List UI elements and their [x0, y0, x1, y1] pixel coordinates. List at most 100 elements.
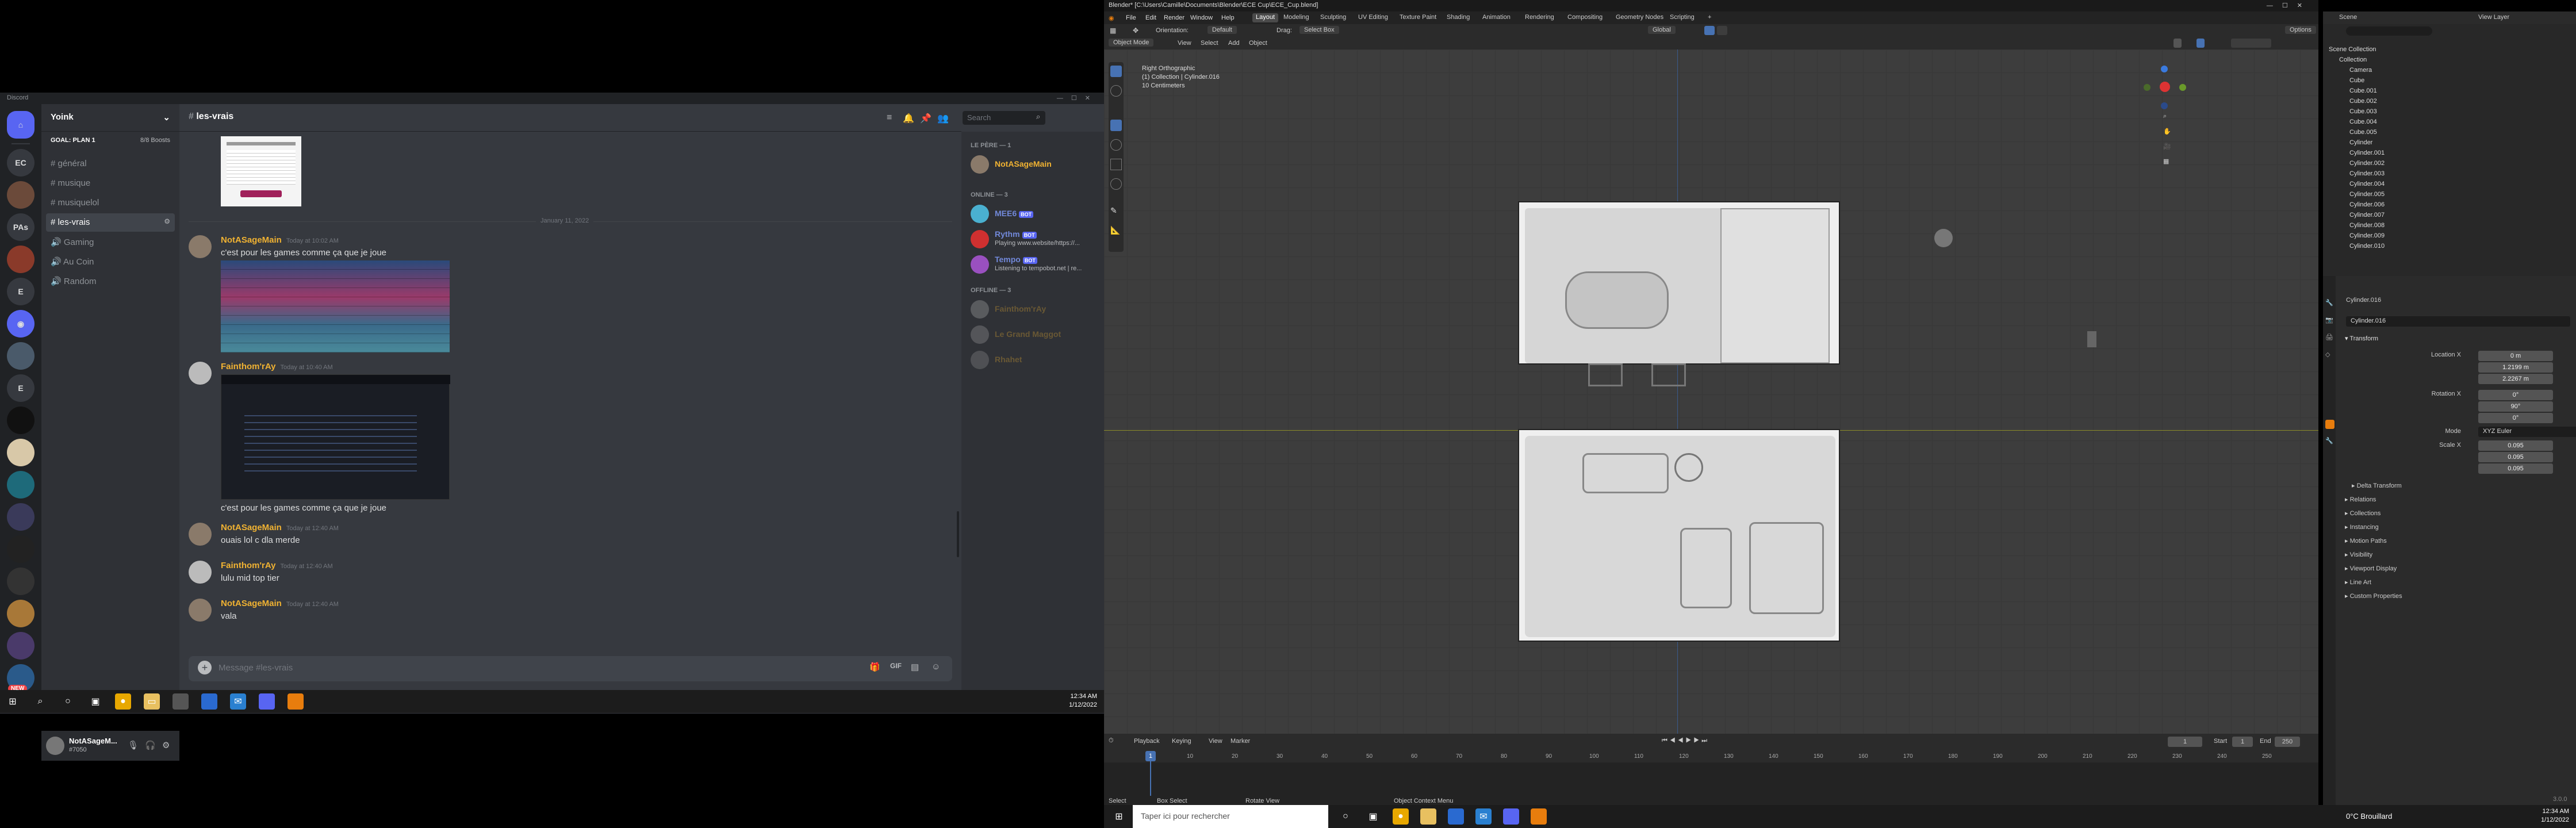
rotation-y-field[interactable]: 90° — [2478, 401, 2553, 412]
blender-icon[interactable] — [1531, 808, 1547, 825]
current-frame-field[interactable]: 1 — [2168, 737, 2202, 747]
outliner-collection[interactable]: Collection — [2323, 56, 2576, 68]
annotate-tool-icon[interactable]: ✎ — [1110, 206, 1122, 217]
timeline[interactable]: 1 10 20 30 40 50 60 70 80 90 100 110 120… — [1104, 750, 2318, 796]
scale-x-field[interactable]: 0.095 — [2478, 440, 2553, 451]
pivot-icon[interactable] — [1704, 26, 1715, 35]
workspace-tab[interactable]: UV Editing — [1355, 13, 1392, 22]
output-tab-icon[interactable]: 🖨 — [2325, 334, 2333, 341]
store-icon[interactable] — [201, 693, 217, 710]
scrollbar[interactable] — [957, 511, 959, 557]
member-item[interactable]: Rhahet — [966, 348, 1099, 372]
mail-icon[interactable]: ✉ — [230, 693, 246, 710]
chrome-icon[interactable]: ● — [1393, 808, 1409, 825]
outliner-search[interactable] — [2346, 26, 2432, 36]
message-author[interactable]: NotASageMain Today at 12:40 AM — [221, 523, 339, 532]
panel-delta-transform[interactable]: ▸ Delta Transform — [2352, 482, 2402, 489]
boost-goal[interactable]: GOAL: PLAN 1 8/8 Boosts — [41, 132, 179, 150]
menu-window[interactable]: Window — [1190, 14, 1213, 21]
menu-select[interactable]: Select — [1201, 40, 1218, 47]
clock[interactable]: 12:34 AM 1/12/2022 — [2541, 807, 2569, 825]
message-author[interactable]: NotASageMain Today at 12:40 AM — [221, 599, 339, 608]
threads-icon[interactable]: ≡ — [887, 113, 892, 123]
channel-musique[interactable]: # musique — [46, 174, 175, 193]
attachment-image[interactable] — [221, 136, 301, 206]
end-frame-field[interactable]: 250 — [2275, 737, 2300, 747]
outliner-item[interactable]: Cylinder — [2323, 139, 2576, 151]
guild-icon[interactable] — [7, 342, 34, 370]
avatar[interactable] — [189, 599, 212, 622]
menu-render[interactable]: Render — [1164, 14, 1184, 21]
transform-panel-header[interactable]: ▾ Transform — [2345, 335, 2378, 342]
attachment-image[interactable] — [221, 260, 450, 352]
cortana-icon[interactable]: ○ — [60, 693, 76, 710]
menu-view[interactable]: View — [1178, 40, 1191, 47]
member-item[interactable]: NotASageMain — [966, 152, 1099, 177]
cursor-tool-icon[interactable] — [1110, 85, 1122, 97]
workspace-tab[interactable]: Animation — [1479, 13, 1514, 22]
outliner-item[interactable]: Cylinder.009 — [2323, 232, 2576, 244]
location-z-field[interactable]: 2.2267 m — [2478, 374, 2553, 384]
playback-controls[interactable]: ⏮◀◀▶▶⏭ — [1662, 737, 1709, 745]
discord-icon[interactable] — [259, 693, 275, 710]
pan-icon[interactable]: ✋ — [2163, 128, 2171, 135]
workspace-tab-layout[interactable]: Layout — [1252, 13, 1279, 22]
location-x-field[interactable]: 0 m — [2478, 351, 2553, 361]
taskbar-search-input[interactable]: Taper ici pour rechercher — [1133, 805, 1328, 828]
measure-tool-icon[interactable]: 📐 — [1110, 225, 1122, 237]
voice-channel-au-coin[interactable]: 🔊 Au Coin — [46, 252, 175, 271]
avatar[interactable] — [46, 737, 64, 755]
editor-type-icon[interactable]: ▦ — [1110, 26, 1116, 34]
guild-icon[interactable] — [7, 246, 34, 273]
guild-icon[interactable]: E — [7, 374, 34, 402]
move-tool-icon[interactable] — [1110, 120, 1122, 131]
channel-musiquelol[interactable]: # musiquelol — [46, 194, 175, 212]
transform-tool-icon[interactable] — [1110, 178, 1122, 190]
guild-icon[interactable] — [7, 503, 34, 531]
view-navigation-buttons[interactable]: ⌕ ✋ 🎥 ▦ — [2163, 113, 2174, 176]
overlays-icon[interactable] — [2196, 39, 2205, 48]
home-button[interactable]: ⌂ — [7, 111, 34, 139]
avatar[interactable] — [189, 235, 212, 258]
members-icon[interactable]: 👥 — [937, 113, 949, 124]
outliner-item[interactable]: Cylinder.005 — [2323, 191, 2576, 202]
camera-object[interactable] — [2087, 331, 2096, 347]
scene-label[interactable]: Scene — [2339, 14, 2357, 21]
guild-icon[interactable] — [7, 439, 34, 466]
rotation-mode-dropdown[interactable]: XYZ Euler — [2478, 427, 2576, 437]
menu-view[interactable]: View — [1209, 738, 1222, 745]
task-view-icon[interactable]: ▣ — [1365, 808, 1381, 825]
outliner-item[interactable]: Cylinder.010 — [2323, 243, 2576, 254]
outliner-root[interactable]: Scene Collection — [2323, 46, 2576, 57]
channel-general[interactable]: # général — [46, 155, 175, 173]
texture-plane-bottom[interactable] — [1518, 429, 1840, 642]
playhead[interactable]: 1 — [1145, 751, 1156, 761]
scene-tab-icon[interactable]: ◇ — [2325, 351, 2330, 358]
guild-icon[interactable]: PAs — [7, 213, 34, 241]
menu-object[interactable]: Object — [1249, 40, 1267, 47]
outliner-item[interactable]: Cylinder.008 — [2323, 222, 2576, 233]
pin-icon[interactable]: 📌 — [920, 113, 931, 124]
channel-les-vrais[interactable]: # les-vrais ⚙ — [46, 213, 175, 232]
discord-icon[interactable] — [1503, 808, 1519, 825]
add-attachment-icon[interactable]: + — [198, 661, 212, 674]
outliner-item[interactable]: Cube.005 — [2323, 129, 2576, 140]
options-dropdown[interactable]: Options — [2285, 26, 2316, 34]
panel-visibility[interactable]: ▸ Visibility — [2345, 551, 2372, 558]
settings-icon[interactable]: ⚙ — [162, 740, 170, 750]
headphones-icon[interactable]: 🎧 — [145, 740, 156, 750]
member-item[interactable]: Le Grand Maggot — [966, 323, 1099, 347]
rotation-x-field[interactable]: 0° — [2478, 390, 2553, 400]
microphone-icon[interactable]: 🎙 — [128, 740, 139, 750]
outliner-item[interactable]: Cylinder.003 — [2323, 170, 2576, 182]
search-input[interactable]: Search — [963, 111, 1045, 125]
voice-channel-gaming[interactable]: 🔊 Gaming — [46, 233, 175, 251]
outliner-item[interactable]: Cylinder.006 — [2323, 201, 2576, 213]
sticker-icon[interactable]: ▤ — [911, 662, 919, 672]
outliner-item[interactable]: Cylinder.007 — [2323, 212, 2576, 223]
workspace-tab[interactable]: Shading — [1443, 13, 1473, 22]
guild-icon[interactable] — [7, 568, 34, 595]
camera-icon[interactable]: 🎥 — [2163, 143, 2171, 150]
transform-tool-icon[interactable]: ✥ — [1133, 26, 1138, 34]
search-icon[interactable]: ⌕ — [32, 693, 48, 710]
